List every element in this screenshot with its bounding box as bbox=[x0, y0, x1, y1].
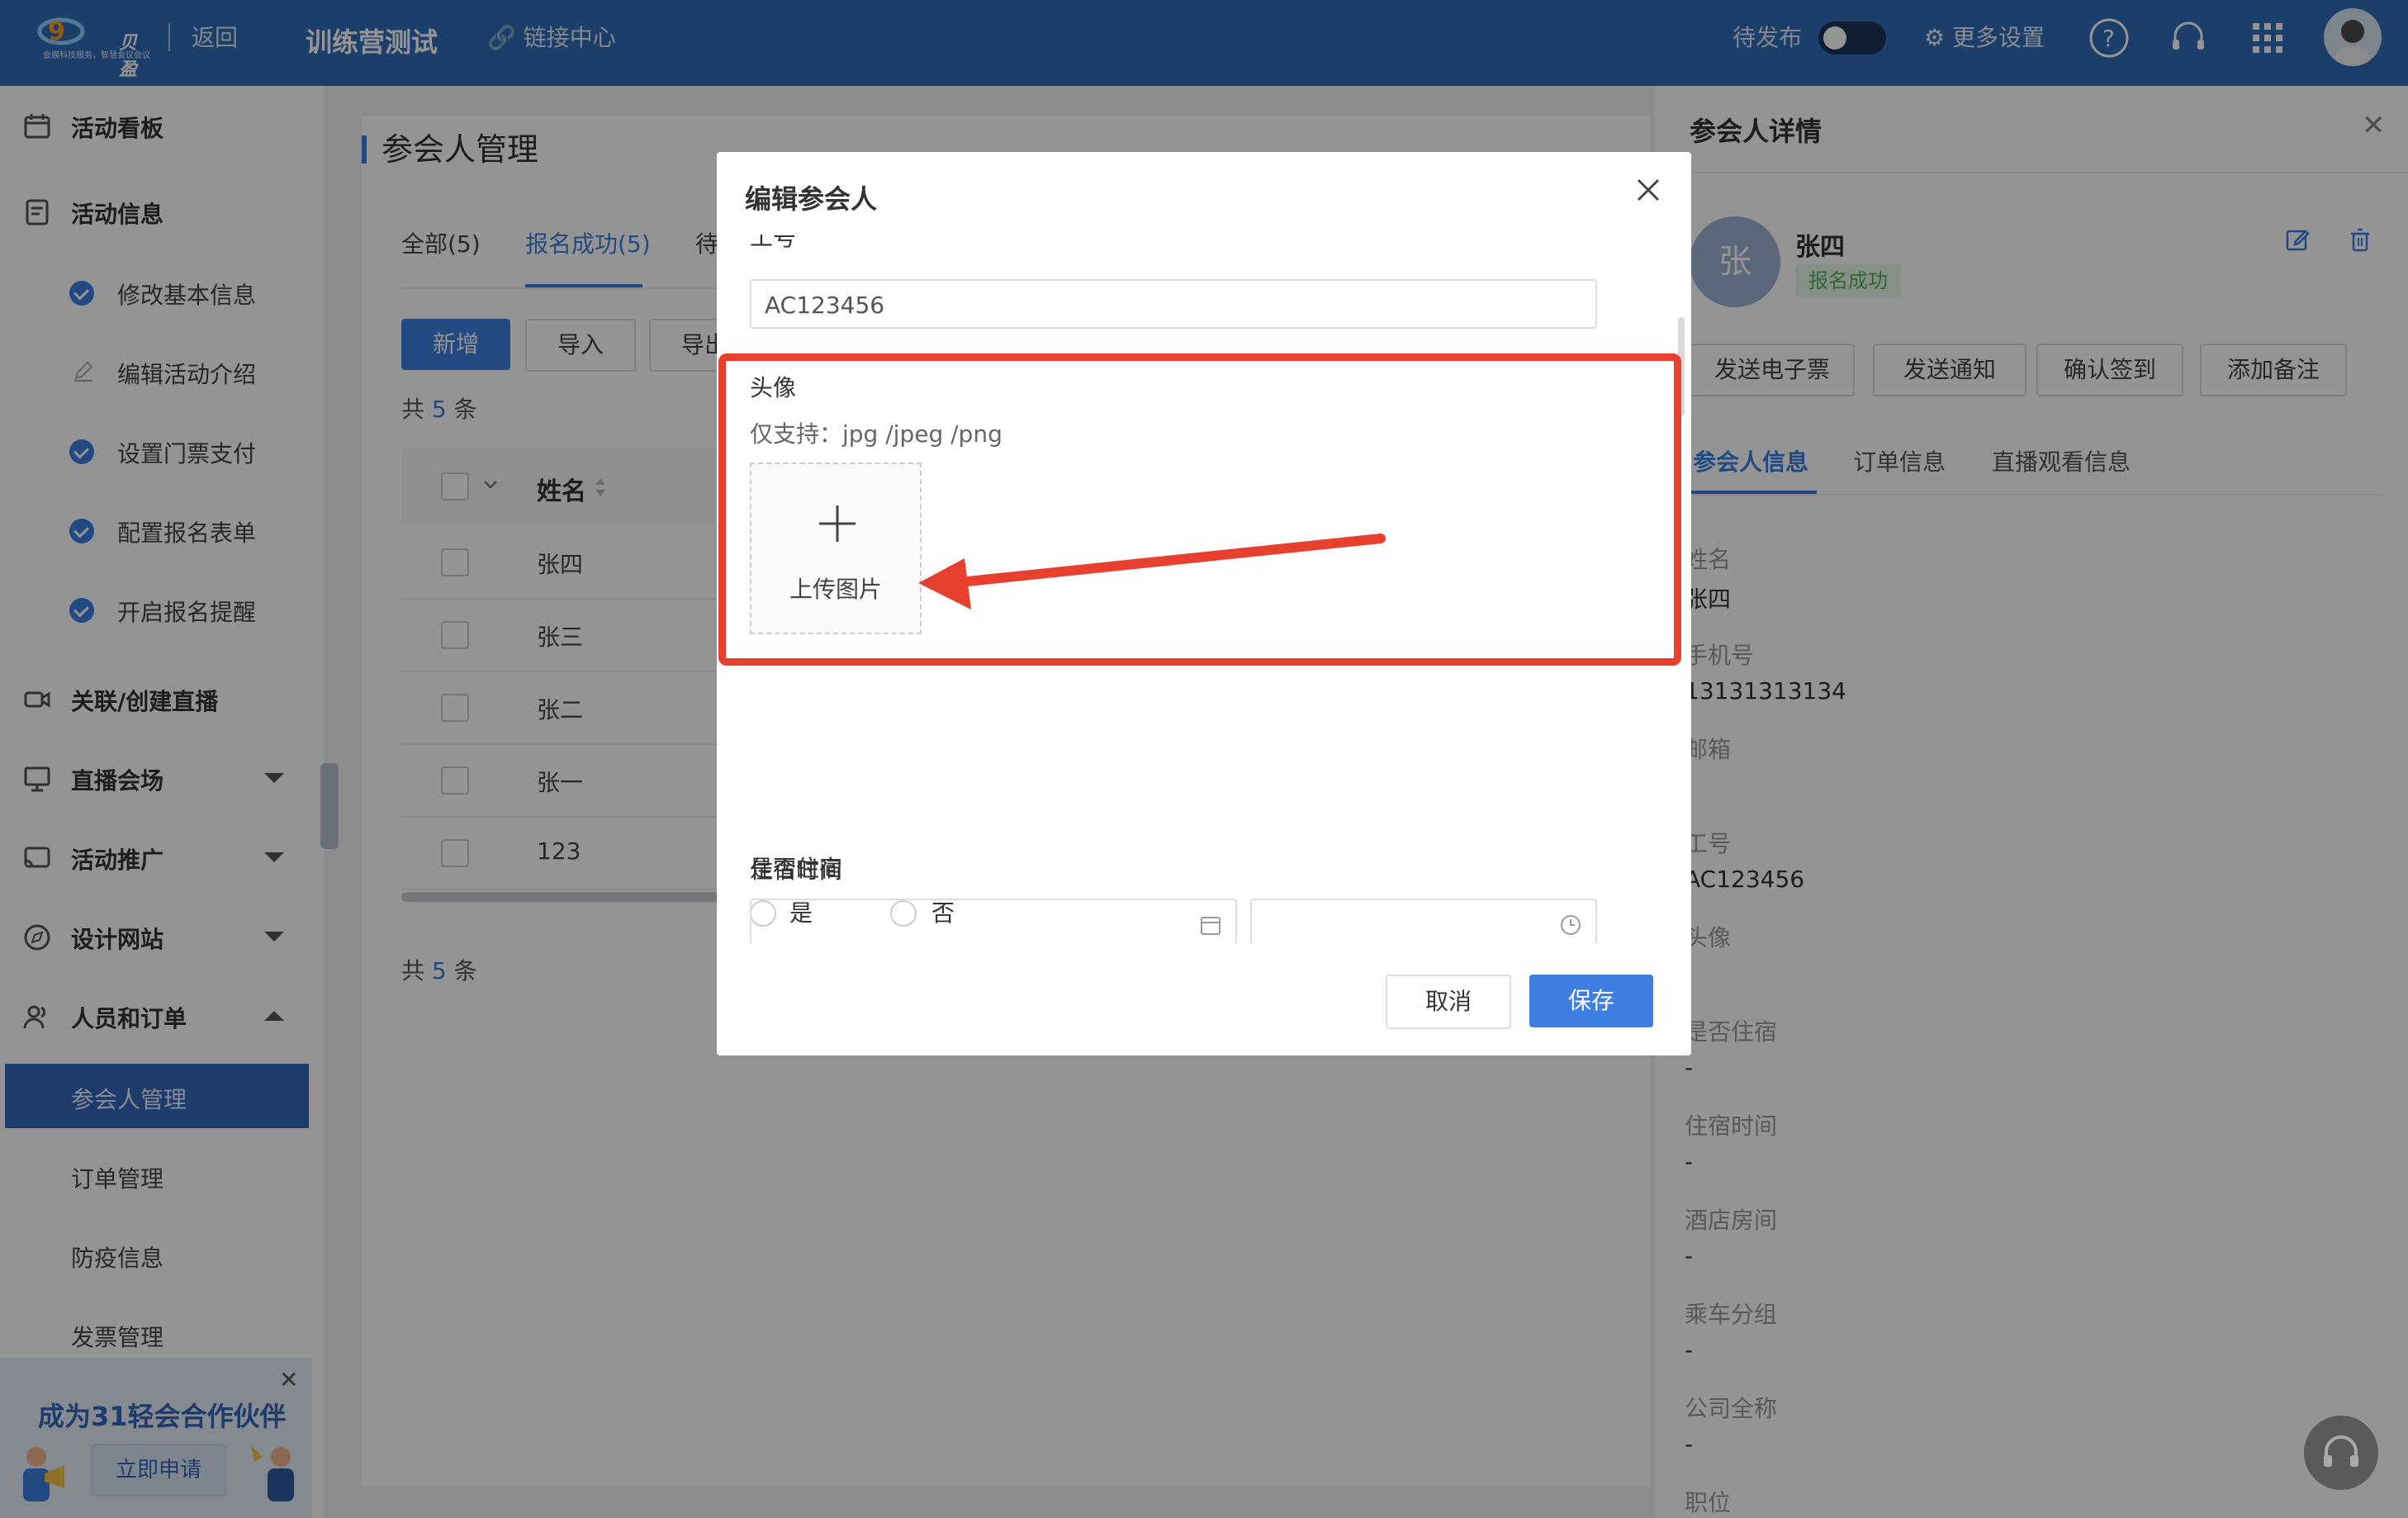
clock-icon bbox=[1561, 915, 1581, 935]
calendar-icon bbox=[1201, 917, 1221, 935]
cancel-button[interactable]: 取消 bbox=[1386, 975, 1511, 1029]
employee-id-input[interactable]: AC123456 bbox=[750, 279, 1597, 329]
headset-icon bbox=[2324, 1435, 2358, 1467]
close-icon[interactable] bbox=[1632, 173, 1665, 206]
lodging-time-label: 住宿时间 bbox=[750, 856, 843, 884]
modal-title: 编辑参会人 bbox=[745, 183, 878, 215]
lodging-date-input[interactable] bbox=[750, 899, 1237, 945]
save-button[interactable]: 保存 bbox=[1529, 975, 1653, 1027]
customer-service-button[interactable] bbox=[2304, 1416, 2378, 1490]
employee-id-label: 工号 bbox=[750, 235, 797, 251]
annotation-highlight-box bbox=[718, 353, 1681, 666]
lodging-time-input[interactable] bbox=[1250, 899, 1597, 945]
